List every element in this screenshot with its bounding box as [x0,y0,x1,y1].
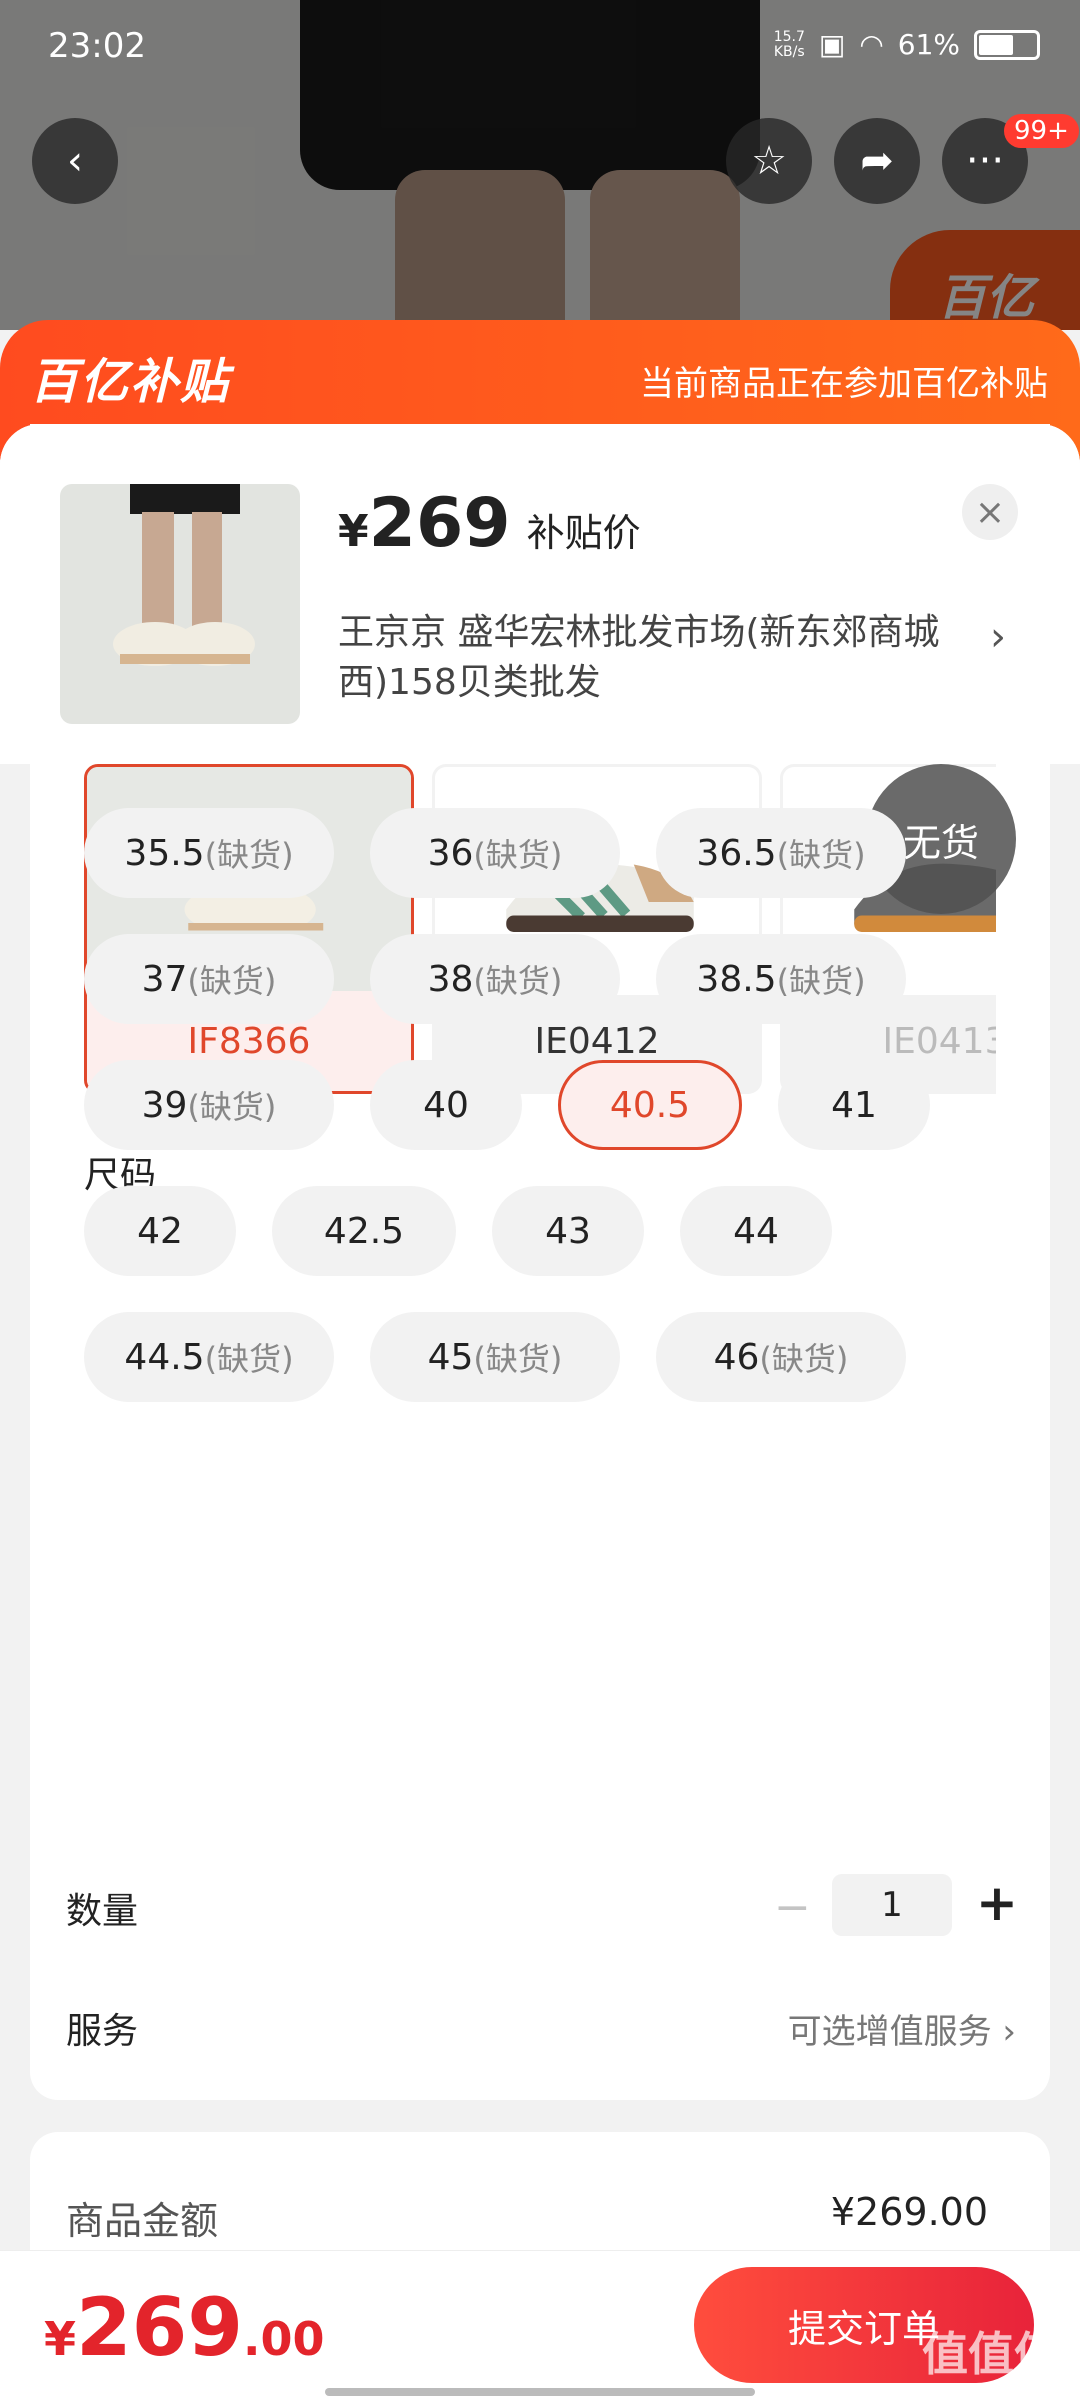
product-thumbnail[interactable] [60,484,300,724]
size-option[interactable]: 42 [84,1186,236,1276]
value-added-service-link[interactable]: 可选增值服务 › [788,2004,1016,2053]
size-option[interactable]: 38 (缺货) [370,934,620,1024]
out-of-stock-label: (缺货) [776,962,866,1000]
net-speed: 15.7 KB/s [773,28,805,60]
size-value: 44.5 [124,1336,205,1378]
quantity-increase-button[interactable]: + [976,1874,1018,1932]
back-button[interactable]: ‹ [32,118,118,204]
size-value: 44 [733,1210,779,1252]
size-value: 45 [427,1336,474,1378]
chevron-right-icon: › [1002,2012,1016,2052]
out-of-stock-label: (缺货) [759,1340,849,1378]
chevron-left-icon: ‹ [67,138,83,184]
out-of-stock-label: (缺货) [776,836,866,874]
size-value: 37 [141,958,188,1000]
out-of-stock-label: (缺货) [473,836,563,874]
size-option[interactable]: 41 [778,1060,930,1150]
message-count-badge: 99+ [1004,114,1079,148]
out-of-stock-label: (缺货) [204,836,294,874]
subsidy-logo: 百亿补贴 [30,354,231,410]
size-option[interactable]: 40 [370,1060,522,1150]
battery-icon [974,29,1040,60]
size-value: 43 [545,1210,591,1252]
total-price: ¥ 269 .00 [44,2281,325,2374]
service-label: 服务 [66,2011,139,2052]
star-icon: ☆ [751,138,787,184]
size-value: 40 [423,1084,469,1126]
share-icon: ➦ [860,138,894,184]
site-watermark: 值值值 [922,2327,1060,2381]
size-value: 36.5 [696,832,777,874]
quantity-input[interactable]: 1 [832,1874,952,1936]
size-option[interactable]: 36 (缺货) [370,808,620,898]
out-of-stock-label: (缺货) [473,962,563,1000]
sheet-header: ¥ 269 补贴价 × 王京京 盛华宏林批发市场(新东郊商城西)158贝类批发 … [0,424,1080,764]
size-value: 41 [831,1084,877,1126]
sku-selector-sheet: ¥ 269 补贴价 × 王京京 盛华宏林批发市场(新东郊商城西)158贝类批发 … [0,424,1080,2400]
out-of-stock-label: (缺货) [187,1088,277,1126]
status-icons: 15.7 KB/s ▣ ◠ 61% [774,28,1040,61]
home-indicator[interactable] [325,2388,755,2396]
size-option[interactable]: 40.5 [558,1060,742,1150]
out-of-stock-label: (缺货) [473,1340,563,1378]
size-option[interactable]: 43 [492,1186,644,1276]
size-value: 40.5 [609,1084,691,1126]
size-value: 38.5 [696,958,777,1000]
close-button[interactable]: × [962,484,1018,540]
size-option[interactable]: 38.5 (缺货) [656,934,906,1024]
amount-label: 商品金额 [66,2199,219,2243]
size-option[interactable]: 35.5 (缺货) [84,808,334,898]
size-option[interactable]: 44.5 (缺货) [84,1312,334,1402]
sim-icon: ▣ [818,28,846,61]
size-value: 42.5 [323,1210,405,1252]
size-option[interactable]: 39 (缺货) [84,1060,334,1150]
wifi-icon: ◠ [859,28,884,61]
out-of-stock-label: (缺货) [187,962,277,1000]
quantity-stepper: − 1 + [66,1874,1026,1964]
size-value: 46 [713,1336,760,1378]
close-icon: × [974,491,1006,533]
size-option[interactable]: 42.5 [272,1186,456,1276]
size-option[interactable]: 45 (缺货) [370,1312,620,1402]
thumbnail-illustration [113,484,255,666]
subsidy-price: ¥ 269 补贴价 [338,484,641,563]
size-value: 39 [141,1084,188,1126]
size-value: 35.5 [124,832,205,874]
battery-level [979,34,1014,55]
status-time: 23:02 [48,26,146,66]
out-of-stock-label: (缺货) [204,1340,294,1378]
favorite-button[interactable]: ☆ [726,118,812,204]
quantity-decrease-button[interactable]: − [774,1882,811,1933]
size-value: 36 [427,832,474,874]
size-value: 42 [137,1210,183,1252]
size-option[interactable]: 37 (缺货) [84,934,334,1024]
price-tag: 补贴价 [526,511,641,555]
checkout-bar: ¥ 269 .00 提交订单 [0,2250,1080,2400]
chevron-right-icon: › [990,614,1006,660]
size-option[interactable]: 44 [680,1186,832,1276]
status-bar: 23:02 15.7 KB/s ▣ ◠ 61% [0,0,1080,84]
size-value: 38 [427,958,474,1000]
amount-value: ¥269.00 [830,2190,988,2234]
size-option[interactable]: 46 (缺货) [656,1312,906,1402]
shop-address[interactable]: 王京京 盛华宏林批发市场(新东郊商城西)158贝类批发 [338,608,978,708]
battery-percent: 61% [897,28,960,61]
subsidy-banner-text: 当前商品正在参加百亿补贴 [640,364,1048,404]
more-icon: ··· [965,138,1005,184]
share-button[interactable]: ➦ [834,118,920,204]
size-option[interactable]: 36.5 (缺货) [656,808,906,898]
